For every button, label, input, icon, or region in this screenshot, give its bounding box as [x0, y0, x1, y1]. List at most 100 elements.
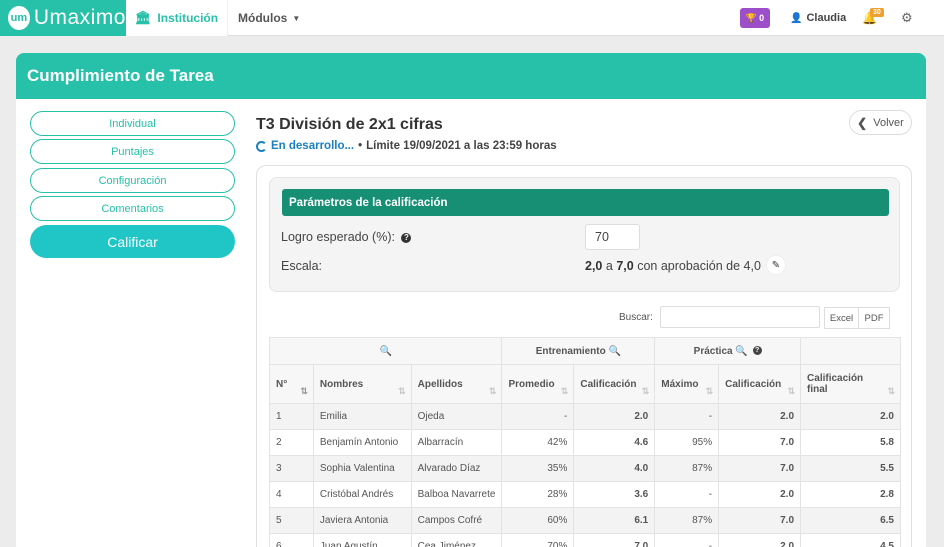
cell-maximo: -	[654, 481, 720, 508]
cell-apellidos: Ojeda	[410, 403, 503, 430]
cell-calificacion-practica: 7.0	[718, 455, 802, 482]
col-header-calificacion-final[interactable]: Calificación final ⇅	[800, 364, 901, 404]
cell-calificacion-practica: 2.0	[718, 403, 802, 430]
col-header-apellidos[interactable]: Apellidos ⇅	[410, 364, 503, 404]
col-header-nombres[interactable]: Nombres ⇅	[312, 364, 412, 404]
table-row[interactable]: 4 Cristóbal Andrés Balboa Navarrete 28% 3.6-…	[269, 481, 901, 508]
table-row[interactable]: 6 Juan Agustín Cea Jiménez 70% 7.0-2.0 4.5	[269, 533, 901, 547]
zoom-icon[interactable]: 🔍	[735, 346, 747, 357]
col-label: Apellidos	[417, 378, 463, 390]
main-card: Cumplimiento de Tarea Individual Puntaje…	[16, 53, 926, 547]
user-name: Claudia	[806, 12, 847, 24]
cell-n: 3	[269, 455, 314, 482]
calificar-button[interactable]: Calificar	[30, 225, 235, 258]
task-title: T3 División de 2x1 cifras	[256, 116, 443, 133]
table-row[interactable]: 2 Benjamín Antonio Albarracín 42% 4.6 95% 7.0 5…	[269, 429, 901, 456]
sidebar-item-configuracion[interactable]: Configuración	[30, 168, 235, 193]
cell-nombres: Cristóbal Andrés	[312, 481, 412, 508]
cell-calificacion-entrenamiento: 4.6	[573, 429, 656, 456]
cell-maximo: 95%	[654, 429, 720, 456]
sort-icon: ⇅	[887, 386, 895, 396]
sidebar-item-comentarios[interactable]: Comentarios	[30, 196, 235, 221]
zoom-icon[interactable]: 🔍	[380, 346, 392, 357]
top-navbar: um Umaximo 🏛 Institución Módulos ▼ 🏆 0 👤…	[0, 0, 944, 36]
cell-nombres: Emilia	[312, 403, 412, 430]
sort-icon: ⇅	[705, 386, 714, 396]
col-header-calificacion-practica[interactable]: Calificación ⇅	[718, 364, 802, 404]
cell-n: 1	[269, 403, 314, 430]
col-header-calificacion-entrenamiento[interactable]: Calificación ⇅	[573, 364, 656, 404]
cell-calificacion-final: 5.8	[800, 429, 901, 456]
escala-label: Escala:	[281, 259, 322, 273]
col-label: Calificación final	[807, 373, 864, 395]
excel-button[interactable]: Excel	[824, 307, 859, 329]
user-icon: 👤	[790, 12, 803, 24]
cell-calificacion-practica: 7.0	[718, 429, 802, 456]
cell-maximo: 87%	[654, 455, 720, 482]
cell-calificacion-final: 2.8	[800, 481, 901, 508]
logro-label: Logro esperado (%): ?	[281, 230, 412, 244]
cell-n: 5	[269, 507, 314, 534]
col-header-promedio[interactable]: Promedio ⇅	[501, 364, 575, 404]
pdf-button[interactable]: PDF	[858, 307, 890, 329]
table-row[interactable]: 1 Emilia Ojeda -2.0-2.0 2.0	[269, 403, 901, 430]
app-logo[interactable]: um Umaximo	[0, 0, 126, 36]
nav-modulos-dropdown[interactable]: Módulos ▼	[238, 0, 300, 36]
question-icon[interactable]: ?	[752, 346, 762, 356]
cell-promedio: 42%	[501, 429, 575, 456]
table-row[interactable]: 5 Javiera Antonia Campos Cofré 60% 6.1 87% 7.0…	[269, 507, 901, 534]
cell-apellidos: Campos Cofré	[410, 507, 503, 534]
cell-calificacion-entrenamiento: 7.0	[573, 533, 656, 547]
col-header-n[interactable]: N° ⇅	[269, 364, 314, 404]
table-body: 1 Emilia Ojeda -2.0-2.0 2.0 2 Benjamín Antonio…	[269, 403, 901, 547]
cell-n: 2	[269, 429, 314, 456]
cell-promedio: -	[501, 403, 575, 430]
trophy-count: 0	[759, 13, 765, 23]
cell-promedio: 70%	[501, 533, 575, 547]
search-label: Buscar:	[619, 312, 653, 323]
escala-max: 7,0	[616, 259, 634, 273]
sort-icon: ⇅	[488, 386, 497, 396]
cell-calificacion-practica: 2.0	[718, 481, 802, 508]
params-box: Parámetros de la calificación Logro espe…	[269, 177, 900, 292]
status-separator: •	[358, 140, 363, 152]
back-button[interactable]: ❮ Volver	[849, 110, 912, 135]
cell-maximo: -	[654, 403, 720, 430]
cell-nombres: Juan Agustín	[312, 533, 412, 547]
nav-institucion-label: Institución	[157, 11, 219, 25]
cell-maximo: -	[654, 533, 720, 547]
user-menu[interactable]: 👤 Claudia	[790, 0, 846, 36]
escala-value: 2,0 a 7,0 con aprobación de 4,0	[585, 259, 761, 273]
nav-institucion[interactable]: 🏛 Institución	[126, 0, 228, 36]
cell-calificacion-entrenamiento: 2.0	[573, 403, 656, 430]
cell-apellidos: Alvarado Díaz	[410, 455, 503, 482]
sidebar-item-individual[interactable]: Individual	[30, 111, 235, 136]
sidebar-item-puntajes[interactable]: Puntajes	[30, 139, 235, 164]
cell-calificacion-final: 5.5	[800, 455, 901, 482]
table-row[interactable]: 3 Sophia Valentina Alvarado Díaz 35% 4.0 87% 7…	[269, 455, 901, 482]
page-title: Cumplimiento de Tarea	[16, 53, 926, 99]
spinner-icon	[256, 140, 267, 152]
pencil-icon: ✎	[771, 259, 781, 271]
col-header-maximo[interactable]: Máximo ⇅	[654, 364, 720, 404]
params-header: Parámetros de la calificación	[282, 189, 889, 216]
zoom-icon[interactable]: 🔍	[609, 346, 621, 357]
search-input[interactable]	[660, 306, 820, 328]
escala-suffix: con aprobación de 4,0	[637, 259, 761, 273]
cell-calificacion-final: 4.5	[800, 533, 901, 547]
escala-min: 2,0	[585, 259, 603, 273]
col-label: Nombres	[319, 378, 364, 390]
gear-icon[interactable]: ⚙	[901, 10, 913, 26]
logro-input[interactable]	[585, 224, 640, 250]
back-label: Volver	[873, 116, 904, 129]
sort-icon: ⇅	[787, 386, 796, 396]
cell-calificacion-practica: 7.0	[718, 507, 802, 534]
edit-scale-button[interactable]: ✎	[766, 255, 786, 275]
cell-calificacion-practica: 2.0	[718, 533, 802, 547]
trophy-icon: 🏆	[745, 12, 758, 23]
cell-apellidos: Albarracín	[410, 429, 503, 456]
status-link[interactable]: En desarrollo...	[271, 140, 354, 152]
question-icon[interactable]: ?	[401, 232, 412, 243]
group-header-entrenamiento: Entrenamiento 🔍	[501, 337, 656, 365]
trophy-button[interactable]: 🏆 0	[740, 8, 770, 28]
